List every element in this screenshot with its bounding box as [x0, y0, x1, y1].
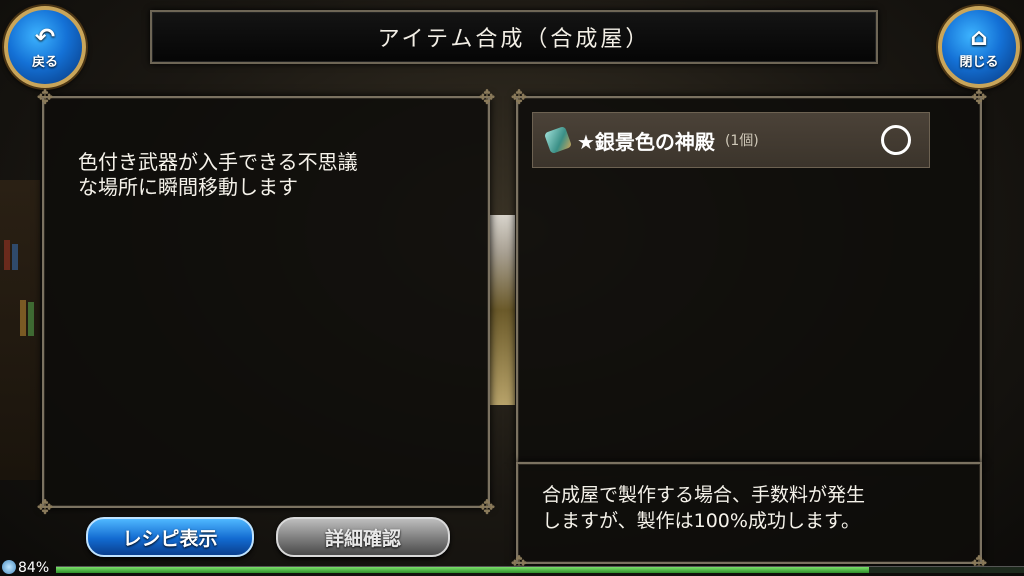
status-bar: 84% [0, 556, 1024, 576]
ornament-icon: ✥ [478, 495, 496, 519]
close-button-label: 閉じる [959, 54, 999, 70]
crystal-item-icon [543, 125, 573, 155]
item-list-row[interactable]: ★銀景色の神殿 (1個) [532, 112, 930, 168]
back-button[interactable]: ↶ 戻る [4, 6, 86, 88]
ornament-icon: ✥ [36, 495, 54, 519]
back-arrow-icon: ↶ [34, 22, 56, 51]
close-button[interactable]: ⌂ 閉じる [938, 6, 1020, 88]
item-description: 色付き武器が入手できる不思議 な場所に瞬間移動します [78, 150, 458, 200]
item-count: (1個) [724, 133, 759, 149]
info-message: 合成屋で製作する場合、手数料が発生 しますが、製作は100%成功します。 [542, 482, 972, 534]
info-line: しますが、製作は100%成功します。 [542, 510, 861, 532]
ornament-icon: ✥ [970, 85, 988, 109]
ornament-icon: ✥ [36, 85, 54, 109]
background-book [20, 300, 26, 336]
recipe-button-label: レシピ表示 [122, 527, 218, 550]
battery-icon [2, 560, 16, 574]
title-bar: アイテム合成（合成屋） [150, 10, 878, 64]
description-line: 色付き武器が入手できる不思議 [78, 150, 358, 174]
background-npc-figure [487, 215, 515, 405]
ornament-icon: ✥ [510, 85, 528, 109]
item-name: ★銀景色の神殿 [577, 129, 715, 154]
detail-button-label: 詳細確認 [324, 527, 401, 550]
battery-bar [56, 566, 1024, 573]
recipe-button[interactable]: レシピ表示 [86, 517, 254, 557]
background-book [12, 244, 18, 270]
detail-button[interactable]: 詳細確認 [276, 517, 450, 557]
battery-percent: 84% [18, 560, 50, 576]
back-button-label: 戻る [31, 54, 58, 70]
page-title: アイテム合成（合成屋） [377, 27, 651, 52]
description-line: な場所に瞬間移動します [78, 175, 298, 199]
home-icon: ⌂ [970, 22, 988, 51]
battery-bar-fill [56, 567, 870, 573]
ornament-icon: ✥ [478, 85, 496, 109]
info-line: 合成屋で製作する場合、手数料が発生 [542, 484, 866, 506]
selection-circle-icon[interactable] [881, 125, 911, 155]
background-book [4, 240, 10, 270]
background-book [28, 302, 34, 336]
